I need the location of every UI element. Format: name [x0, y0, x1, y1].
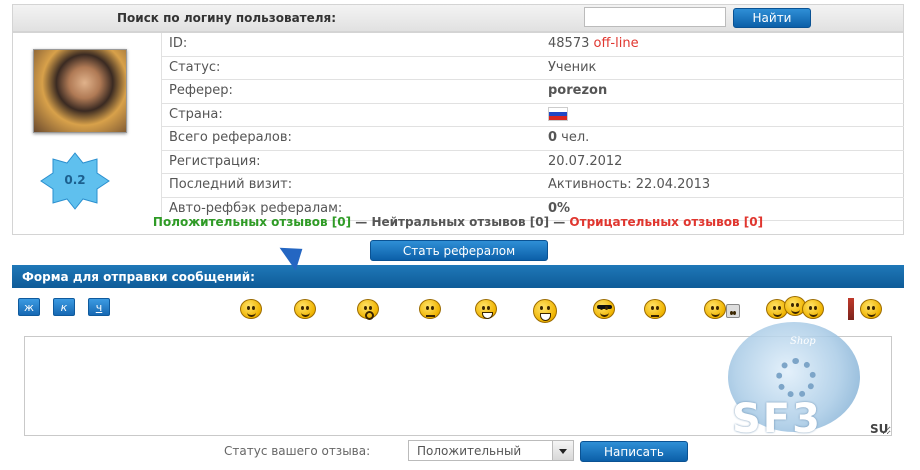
smiley-mouth: [600, 312, 609, 317]
neutral-icon[interactable]: [419, 299, 441, 319]
watermark-text: SF3: [732, 396, 822, 442]
separator: —: [549, 215, 570, 229]
referral-unit: чел.: [557, 130, 590, 145]
row-id: ID: 48573 off-line: [161, 33, 904, 57]
row-value: Активность: 22.04.2013: [548, 177, 711, 192]
row-label: Регистрация:: [169, 153, 261, 169]
positive-reviews[interactable]: Положительных отзывов [0]: [153, 215, 351, 229]
underline-button[interactable]: ч: [88, 298, 110, 316]
neutral-reviews[interactable]: Нейтральных отзывов [0]: [371, 215, 549, 229]
smiley-mouth: [426, 312, 435, 317]
row-country: Страна:: [161, 103, 904, 127]
row-value: [548, 107, 568, 122]
row-status: Статус: Ученик: [161, 56, 904, 80]
surprised-icon[interactable]: [357, 299, 379, 320]
smiley-mouth: [540, 313, 551, 321]
user-id: 48573: [548, 36, 590, 51]
sunglasses: [597, 305, 612, 309]
referral-count: 0: [548, 130, 558, 145]
watermark-suffix: SU: [870, 422, 889, 436]
search-title: Поиск по логину пользователя:: [117, 11, 337, 25]
smiley-mouth: [301, 312, 310, 317]
crazy-icon[interactable]: [533, 299, 557, 323]
gear-icon: [776, 358, 816, 398]
smiley-mouth: [791, 309, 800, 314]
review-status-select[interactable]: Положительный: [408, 440, 574, 461]
row-registration: Регистрация: 20.07.2012: [161, 150, 904, 174]
group-icon[interactable]: [802, 299, 824, 319]
meh-icon[interactable]: [644, 299, 666, 319]
rating-badge: 0.2: [37, 151, 113, 211]
send-button[interactable]: Написать: [580, 441, 688, 462]
book-icon: [726, 304, 740, 318]
smiley-mouth: [247, 312, 256, 317]
smiley-mouth: [711, 312, 720, 317]
flag-pole-icon: [848, 298, 854, 320]
smiley-mouth: [651, 312, 659, 317]
smiley-mouth: [482, 312, 493, 319]
row-value: 0 чел.: [548, 130, 589, 145]
reading-icon[interactable]: [704, 299, 726, 319]
row-label: Статус:: [169, 59, 221, 75]
message-form-title: Форма для отправки сообщений:: [22, 270, 255, 284]
row-label: ID:: [169, 36, 188, 51]
avatar: [33, 49, 127, 133]
italic-button[interactable]: к: [53, 298, 75, 316]
search-button[interactable]: Найти: [733, 8, 811, 28]
login-search-input[interactable]: [584, 7, 726, 27]
smiley-mouth: [809, 312, 818, 317]
watermark-shop: Shop: [790, 336, 816, 347]
row-label: Всего рефералов:: [169, 130, 292, 145]
flag-icon[interactable]: [860, 299, 882, 319]
smile-icon[interactable]: [294, 299, 316, 319]
row-label: Авто-рефбэк рефералам:: [169, 200, 343, 216]
rating-value: 0.2: [64, 173, 86, 187]
search-bar: Поиск по логину пользователя: Найти: [12, 4, 904, 32]
row-referrals: Всего рефералов: 0 чел.: [161, 127, 904, 151]
review-status-label: Статус вашего отзыва:: [224, 444, 371, 458]
row-value: 0%: [548, 200, 571, 216]
row-referrer: Реферер: porezon: [161, 80, 904, 104]
row-value: Ученик: [548, 59, 597, 75]
row-label: Реферер:: [169, 83, 233, 98]
profile-panel: 0.2 ID: 48573 off-line Статус: Ученик Ре…: [12, 32, 904, 235]
row-label: Последний визит:: [169, 177, 293, 192]
row-label: Страна:: [169, 106, 223, 122]
bold-button[interactable]: ж: [18, 298, 40, 316]
row-value: 48573 off-line: [548, 36, 639, 51]
message-form-header: Форма для отправки сообщений:: [12, 265, 904, 288]
become-referral-button[interactable]: Стать рефералом: [370, 240, 548, 261]
separator: —: [351, 215, 372, 229]
watermark-logo: Shop SF3 SU: [722, 322, 890, 452]
negative-reviews[interactable]: Отрицательных отзывов [0]: [569, 215, 763, 229]
cool-icon[interactable]: [593, 299, 615, 319]
smiley-mouth: [867, 312, 876, 317]
profile-info-table: ID: 48573 off-line Статус: Ученик Рефере…: [161, 33, 904, 221]
russia-flag-icon: [548, 107, 568, 121]
reviews-summary: Положительных отзывов [0] — Нейтральных …: [13, 215, 903, 229]
smiley-mouth: [365, 311, 374, 320]
chevron-down-icon[interactable]: [552, 441, 573, 460]
smile-icon[interactable]: [240, 299, 262, 319]
online-status: off-line: [593, 36, 639, 51]
row-value: 20.07.2012: [548, 153, 623, 169]
review-status-value: Положительный: [417, 444, 522, 458]
referrer-link[interactable]: porezon: [548, 83, 607, 98]
row-last-visit: Последний визит: Активность: 22.04.2013: [161, 174, 904, 198]
grin-icon[interactable]: [475, 299, 497, 319]
smiley-mouth: [773, 312, 782, 317]
